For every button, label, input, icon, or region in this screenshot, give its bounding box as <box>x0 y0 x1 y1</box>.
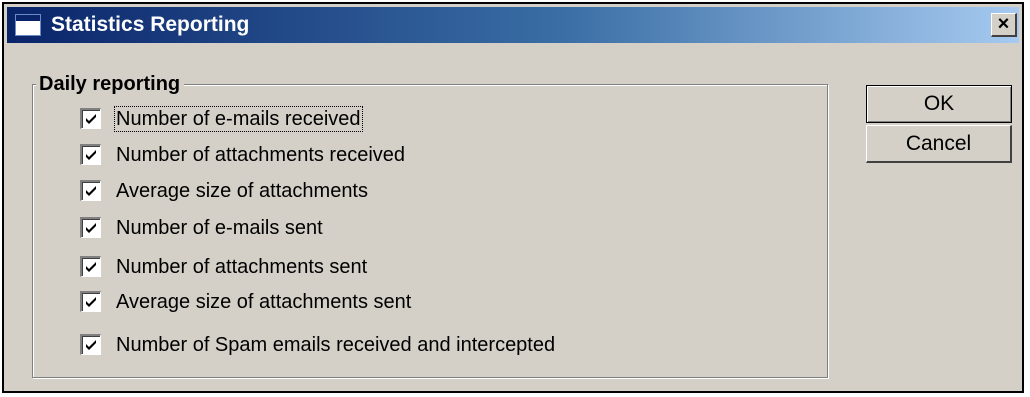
checkbox-label: Number of e-mails received <box>114 106 363 132</box>
checkbox-label: Number of Spam emails received and inter… <box>116 334 556 356</box>
checkbox-box[interactable] <box>80 334 101 355</box>
checkbox-box[interactable] <box>80 144 101 165</box>
checkmark-icon <box>86 262 96 272</box>
checkbox-box[interactable] <box>80 291 101 312</box>
checkbox-label: Number of attachments sent <box>116 256 368 278</box>
checkmark-icon <box>86 114 96 124</box>
checkmark-icon <box>86 186 96 196</box>
title-bar[interactable]: Statistics Reporting × <box>7 7 1019 43</box>
close-button[interactable]: × <box>991 13 1017 37</box>
cancel-button[interactable]: Cancel <box>866 125 1012 163</box>
checkbox-box[interactable] <box>80 256 101 277</box>
checkmark-icon <box>86 340 96 350</box>
checkbox-label: Average size of attachments <box>116 180 368 202</box>
checkbox-label: Number of attachments received <box>116 144 406 166</box>
window-title: Statistics Reporting <box>51 13 250 36</box>
checkmark-icon <box>86 150 96 160</box>
checkbox-label: Average size of attachments sent <box>116 291 412 313</box>
checkmark-icon <box>86 297 96 307</box>
group-legend: Daily reporting <box>36 72 185 96</box>
checkbox-box[interactable] <box>80 180 101 201</box>
ok-button[interactable]: OK <box>866 85 1012 123</box>
window-icon <box>15 14 41 36</box>
checkmark-icon <box>86 223 96 233</box>
checkbox-box[interactable] <box>80 108 101 129</box>
checkbox-box[interactable] <box>80 217 101 238</box>
checkbox-label: Number of e-mails sent <box>116 217 323 239</box>
